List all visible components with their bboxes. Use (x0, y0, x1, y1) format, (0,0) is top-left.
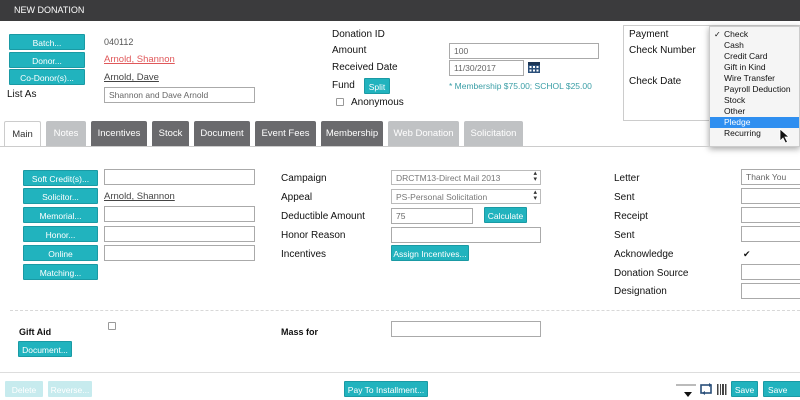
honor-reason-field[interactable] (391, 227, 541, 243)
tab-notes[interactable]: Notes (46, 121, 86, 146)
designation-label: Designation (614, 286, 667, 297)
fund-label: Fund (332, 80, 355, 91)
window-title-bar: NEW DONATION (0, 0, 800, 21)
codonor-button[interactable]: Co-Donor(s)... (9, 69, 85, 85)
receipt-label: Receipt (614, 211, 648, 222)
mass-for-label: Mass for (281, 327, 319, 337)
codonor-link[interactable]: Arnold, Dave (104, 72, 159, 83)
pay-to-installment-button[interactable]: Pay To Installment... (344, 381, 428, 397)
payment-option-payroll-deduction[interactable]: Payroll Deduction (710, 84, 799, 95)
barcode-icon[interactable] (717, 384, 727, 395)
tab-divider (0, 146, 800, 147)
receipt-field[interactable] (741, 207, 800, 223)
acknowledge-label: Acknowledge (614, 249, 674, 260)
calculate-button[interactable]: Calculate (484, 207, 527, 223)
deductible-amount-field[interactable]: 75 (391, 208, 473, 224)
caret-down-icon (684, 392, 692, 397)
batch-button[interactable]: Batch... (9, 34, 85, 50)
payment-option-pledge[interactable]: Pledge (710, 117, 799, 128)
solicitor-link[interactable]: Arnold, Shannon (104, 191, 175, 202)
matching-button[interactable]: Matching... (23, 264, 98, 280)
soft-credit-field[interactable] (104, 169, 255, 185)
calendar-icon[interactable] (527, 60, 541, 74)
payment-option-credit-card[interactable]: Credit Card (710, 51, 799, 62)
tab-event-fees[interactable]: Event Fees (255, 121, 316, 146)
donation-source-field[interactable] (741, 264, 800, 280)
memorial-field[interactable] (104, 206, 255, 222)
tab-membership[interactable]: Membership (321, 121, 383, 146)
fund-note: * Membership $75.00; SCHOL $25.00 (449, 81, 592, 91)
donor-button[interactable]: Donor... (9, 52, 85, 68)
check-number-label: Check Number (629, 45, 696, 56)
donor-link[interactable]: Arnold, Shannon (104, 54, 175, 65)
letter-field[interactable]: Thank You (741, 169, 800, 185)
save-and-button[interactable]: Save and (763, 381, 800, 397)
payment-label: Payment (629, 29, 669, 40)
sent-label: Sent (614, 192, 635, 203)
amount-field[interactable]: 100 (449, 43, 599, 59)
letter-label: Letter (614, 173, 640, 184)
received-date-label: Received Date (332, 62, 398, 73)
list-as-label: List As (7, 89, 37, 100)
tab-main[interactable]: Main (4, 121, 41, 146)
tab-document[interactable]: Document (194, 121, 250, 146)
payment-option-wire-transfer[interactable]: Wire Transfer (710, 73, 799, 84)
tab-incentives[interactable]: Incentives (91, 121, 147, 146)
appeal-select[interactable]: PS-Personal Solicitation ▴ ▾ (391, 189, 541, 204)
delete-button[interactable]: Delete (5, 381, 43, 397)
tab-stock[interactable]: Stock (152, 121, 189, 146)
payment-option-other[interactable]: Other (710, 106, 799, 117)
assign-incentives-button[interactable]: Assign Incentives... (391, 245, 469, 261)
designation-field[interactable] (741, 283, 800, 299)
select-arrows-icon: ▴ ▾ (533, 170, 537, 183)
mouse-cursor-icon (779, 128, 791, 144)
online-dedication-button[interactable]: Online Dedication... (23, 245, 98, 275)
sent2-label: Sent (614, 230, 635, 241)
gift-aid-label: Gift Aid (19, 327, 52, 337)
sent-field[interactable] (741, 188, 800, 204)
footer-separator (676, 384, 696, 386)
payment-option-stock[interactable]: Stock (710, 95, 799, 106)
anonymous-checkbox[interactable] (336, 98, 344, 106)
batch-value: 040112 (104, 37, 134, 47)
memorial-button[interactable]: Memorial... (23, 207, 98, 223)
split-button[interactable]: Split (364, 78, 390, 94)
checkmark-icon: ✓ (714, 30, 721, 39)
check-date-label: Check Date (629, 76, 682, 87)
payment-option-cash[interactable]: Cash (710, 40, 799, 51)
appeal-label: Appeal (281, 192, 313, 203)
sync-icon[interactable] (700, 382, 714, 396)
acknowledge-checkmark-icon[interactable]: ✔ (743, 249, 751, 260)
select-arrows-icon: ▴ ▾ (533, 189, 537, 202)
honor-button[interactable]: Honor... (23, 226, 98, 242)
soft-credit-button[interactable]: Soft Credit(s)... (23, 170, 98, 186)
save-button[interactable]: Save (731, 381, 758, 397)
tab-solicitation[interactable]: Solicitation (464, 121, 523, 146)
list-as-field[interactable]: Shannon and Dave Arnold (104, 87, 255, 103)
honor-field[interactable] (104, 226, 255, 242)
sent2-field[interactable] (741, 226, 800, 242)
document-button[interactable]: Document... (18, 341, 72, 357)
donation-id-label: Donation ID (332, 29, 385, 40)
window-title: NEW DONATION (14, 5, 85, 15)
reverse-button[interactable]: Reverse... (48, 381, 92, 397)
amount-label: Amount (332, 45, 367, 56)
solicitor-button[interactable]: Solicitor... (23, 188, 98, 204)
footer-divider (0, 372, 800, 373)
campaign-select[interactable]: DRCTM13-Direct Mail 2013 ▴ ▾ (391, 170, 541, 185)
honor-reason-label: Honor Reason (281, 230, 346, 241)
anonymous-label: Anonymous (351, 97, 404, 108)
deductible-amount-label: Deductible Amount (281, 211, 365, 222)
campaign-label: Campaign (281, 173, 327, 184)
online-dedication-field[interactable] (104, 245, 255, 261)
donation-source-label: Donation Source (614, 268, 689, 279)
received-date-field[interactable]: 11/30/2017 (449, 60, 524, 76)
mass-for-field[interactable] (391, 321, 541, 337)
tab-web-donation[interactable]: Web Donation (388, 121, 459, 146)
payment-option-check[interactable]: ✓ Check (710, 29, 799, 40)
payment-option-gift-in-kind[interactable]: Gift in Kind (710, 62, 799, 73)
gift-aid-checkbox[interactable] (108, 322, 116, 330)
incentives-label: Incentives (281, 249, 327, 260)
section-divider (10, 310, 800, 311)
